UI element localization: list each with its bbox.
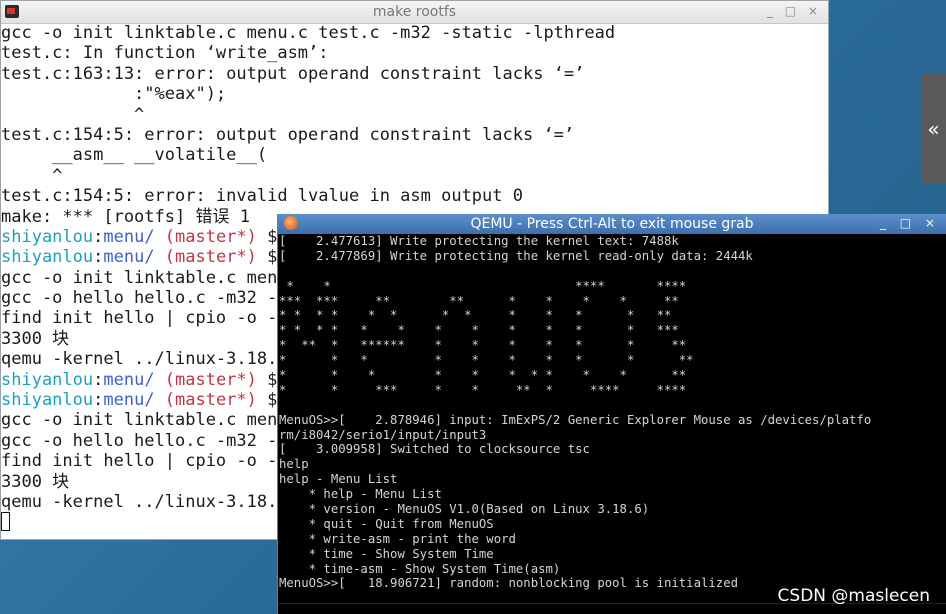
watermark: CSDN @maslecen <box>777 586 930 606</box>
terminal-line: ^ <box>1 104 145 125</box>
terminal-line: test.c:163:13: error: output operand con… <box>1 63 585 84</box>
qemu-console-line: * * **** **** <box>279 278 687 293</box>
prompt-separator: : <box>93 226 104 247</box>
qemu-console-line: help - Menu List <box>279 472 398 487</box>
prompt-user: shiyanlou <box>1 247 94 268</box>
prompt-separator: : <box>93 369 104 390</box>
qemu-window[interactable]: QEMU - Press Ctrl-Alt to exit mouse grab… <box>277 214 946 614</box>
terminal-titlebar[interactable]: make rootfs _ □ × <box>1 1 828 24</box>
terminal-line: test.c:154:5: error: invalid lvalue in a… <box>1 186 523 207</box>
prompt-git-branch: (master*) <box>154 390 257 411</box>
qemu-console[interactable]: [ 2.477613] Write protecting the kernel … <box>278 234 946 604</box>
terminal-line: gcc -o init linktable.c menu.c test.c -m… <box>1 23 616 43</box>
qemu-console-line: * * * * * * * * * * * * ** <box>279 308 672 323</box>
qemu-titlebar[interactable]: QEMU - Press Ctrl-Alt to exit mouse grab… <box>278 214 946 234</box>
qemu-console-line: * time - Show System Time <box>279 546 494 561</box>
prompt-directory: menu/ <box>103 390 155 411</box>
qemu-window-buttons[interactable]: _ □ × <box>880 216 940 230</box>
qemu-console-line: [ 2.477613] Write protecting the kernel … <box>279 234 679 248</box>
qemu-console-line: * ** * ****** * * * * * * ** <box>279 338 687 353</box>
qemu-console-line: *** *** ** ** * * * * ** <box>279 293 679 308</box>
terminal-cursor <box>1 512 10 532</box>
prompt-directory: menu/ <box>103 247 155 268</box>
terminal-line: :"%eax"); <box>1 84 227 105</box>
terminal-line: ^ <box>1 165 63 186</box>
prompt-user: shiyanlou <box>1 226 94 247</box>
prompt-directory: menu/ <box>103 226 155 247</box>
prompt-git-branch: (master*) <box>154 247 257 268</box>
prompt-user: shiyanlou <box>1 369 94 390</box>
prompt-separator: : <box>93 247 104 268</box>
qemu-title: QEMU - Press Ctrl-Alt to exit mouse grab <box>470 216 754 232</box>
prompt-git-branch: (master*) <box>154 369 257 390</box>
qemu-console-line: * write-asm - print the word <box>279 531 516 546</box>
terminal-line: test.c:154:5: error: output operand cons… <box>1 124 575 145</box>
qemu-console-line: * quit - Quit from MenuOS <box>279 516 494 531</box>
qemu-console-line: * * *** * * ** * **** **** <box>279 382 687 397</box>
terminal-title: make rootfs <box>372 4 457 20</box>
prompt-directory: menu/ <box>103 369 155 390</box>
prompt-separator: : <box>93 390 104 411</box>
qemu-console-line: * * * * * * * * * * * * *** <box>279 323 679 338</box>
qemu-console-line: [ 2.477869] Write protecting the kernel … <box>279 248 753 263</box>
qemu-console-line: * help - Menu List <box>279 487 442 502</box>
double-chevron-left-icon: « <box>927 116 940 141</box>
prompt-symbol: $ <box>256 247 278 268</box>
qemu-console-line <box>279 264 946 279</box>
prompt-symbol: $ <box>256 226 278 247</box>
qemu-console-line <box>279 398 946 413</box>
terminal-line: test.c: In function ‘write_asm’: <box>1 43 329 64</box>
prompt-symbol: $ <box>256 390 278 411</box>
terminal-window-buttons[interactable]: _ □ × <box>767 4 822 18</box>
qemu-console-line: help <box>279 457 309 472</box>
qemu-console-line: * time-asm - Show System Time(asm) <box>279 561 561 576</box>
qemu-console-line: * * * * * * * * * * ** <box>279 368 687 383</box>
qemu-console-line: * version - MenuOS V1.0(Based on Linux 3… <box>279 502 650 517</box>
terminal-line: __asm__ __volatile__( <box>1 145 268 166</box>
prompt-symbol: $ <box>256 369 278 390</box>
prompt-user: shiyanlou <box>1 390 94 411</box>
qemu-console-line: [ 3.009958] Switched to clocksource tsc <box>279 442 590 457</box>
qemu-console-line: MenuOS>>[ 2.878946] input: ImExPS/2 Gene… <box>279 412 872 427</box>
qemu-console-line: rm/i8042/serio1/input/input3 <box>279 427 487 442</box>
side-panel-expand-icon[interactable]: « <box>921 73 946 184</box>
qemu-console-line: * * * * * * * * * ** <box>279 353 694 368</box>
prompt-git-branch: (master*) <box>154 226 257 247</box>
